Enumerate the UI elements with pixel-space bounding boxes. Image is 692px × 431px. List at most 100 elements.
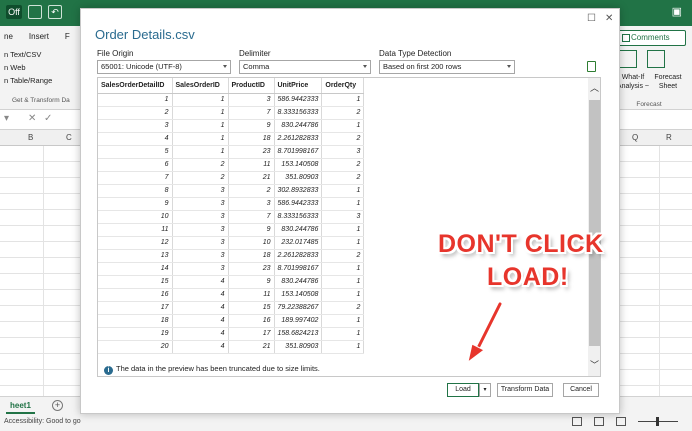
table-cell: 12 bbox=[98, 236, 173, 250]
accessibility-status[interactable]: Accessibility: Good to go bbox=[4, 418, 81, 425]
autosave-toggle[interactable]: Off bbox=[6, 5, 22, 19]
table-cell: 1 bbox=[321, 288, 365, 302]
table-cell: 2 bbox=[98, 106, 173, 120]
annotation-line-1: DON'T CLICK bbox=[438, 230, 604, 258]
table-cell: 17 bbox=[228, 327, 275, 341]
sheet-tab[interactable]: heet1 bbox=[6, 397, 35, 414]
add-sheet-icon[interactable]: + bbox=[52, 400, 63, 411]
file-origin-select[interactable]: 65001: Unicode (UTF-8) bbox=[97, 60, 231, 74]
load-dropdown-button[interactable]: ▾ bbox=[479, 383, 491, 397]
preview-table: SalesOrderDetailID SalesOrderID ProductI… bbox=[98, 78, 365, 354]
table-cell: 7 bbox=[98, 171, 173, 185]
table-cell: 4 bbox=[172, 314, 229, 328]
column-header-q[interactable]: Q bbox=[632, 133, 638, 142]
table-cell: 2.261282833 bbox=[274, 132, 323, 146]
forecast-group: What-If Analysis ~ Forecast Sheet Foreca… bbox=[614, 50, 684, 108]
what-if-icon[interactable] bbox=[619, 50, 637, 68]
table-cell: 17 bbox=[98, 301, 173, 315]
table-cell: 4 bbox=[172, 301, 229, 315]
table-cell: 9 bbox=[228, 223, 275, 237]
table-row: 12 3 10 232.017485 1 bbox=[98, 236, 365, 250]
annotation-arrow-icon bbox=[467, 301, 503, 364]
cancel-formula-icon[interactable]: ✕ bbox=[28, 113, 36, 124]
forecast-sheet-button[interactable]: Forecast Sheet bbox=[652, 73, 684, 91]
table-row: 10 3 7 8.333156333 3 bbox=[98, 210, 365, 224]
zoom-slider[interactable] bbox=[638, 417, 678, 426]
table-row: 4 1 18 2.261282833 2 bbox=[98, 132, 365, 146]
from-table-range-button[interactable]: n Table/Range bbox=[4, 74, 52, 87]
table-row: 2 1 7 8.333156333 2 bbox=[98, 106, 365, 120]
table-cell: 830.244786 bbox=[274, 275, 323, 289]
table-cell: 2 bbox=[228, 184, 275, 198]
table-cell: 830.244786 bbox=[274, 223, 323, 237]
enter-formula-icon[interactable]: ✓ bbox=[44, 113, 52, 124]
column-header: SalesOrderID bbox=[172, 78, 229, 94]
table-cell: 79.22388267 bbox=[274, 301, 323, 315]
column-header-r[interactable]: R bbox=[666, 133, 672, 142]
table-cell: 1 bbox=[172, 119, 229, 133]
chevron-down-icon bbox=[507, 65, 511, 68]
ribbon-display-icon[interactable]: ▣ bbox=[672, 5, 682, 18]
tab-insert[interactable]: Insert bbox=[29, 32, 49, 41]
screen: Off ↶ ▣ ne Insert F n Text/CSV n Web n T… bbox=[0, 0, 692, 431]
delimiter-value: Comma bbox=[243, 62, 270, 71]
table-cell: 9 bbox=[228, 275, 275, 289]
table-cell: 16 bbox=[98, 288, 173, 302]
table-cell: 1 bbox=[321, 119, 365, 133]
table-row: 3 1 9 830.244786 1 bbox=[98, 119, 365, 133]
tab-file-partial[interactable]: F bbox=[65, 32, 70, 41]
truncation-note: i The data in the preview has been trunca… bbox=[104, 364, 320, 375]
table-cell: 1 bbox=[172, 106, 229, 120]
page-layout-icon[interactable] bbox=[594, 417, 604, 426]
forecast-sheet-icon[interactable] bbox=[647, 50, 665, 68]
tab-home[interactable]: ne bbox=[4, 32, 13, 41]
vertical-scrollbar[interactable] bbox=[588, 78, 600, 376]
from-text-csv-button[interactable]: n Text/CSV bbox=[4, 48, 52, 61]
table-cell: 4 bbox=[172, 327, 229, 341]
table-cell: 6 bbox=[98, 158, 173, 172]
table-row: 17 4 15 79.22388267 2 bbox=[98, 301, 365, 315]
comments-button[interactable]: Comments bbox=[618, 30, 686, 46]
table-row: 8 3 2 302.8932833 1 bbox=[98, 184, 365, 198]
table-cell: 3 bbox=[98, 119, 173, 133]
save-icon[interactable] bbox=[28, 5, 42, 19]
maximize-icon[interactable]: ☐ bbox=[587, 13, 596, 24]
namebox-caret-icon[interactable]: ▾ bbox=[4, 113, 9, 124]
chevron-down-icon[interactable]: ﹀ bbox=[588, 358, 600, 372]
table-cell: 18 bbox=[228, 132, 275, 146]
detection-select[interactable]: Based on first 200 rows bbox=[379, 60, 515, 74]
column-header-b[interactable]: B bbox=[28, 133, 33, 142]
table-cell: 586.9442333 bbox=[274, 197, 323, 211]
table-cell: 2 bbox=[321, 158, 365, 172]
table-cell: 18 bbox=[228, 249, 275, 263]
table-cell: 3 bbox=[172, 184, 229, 198]
normal-view-icon[interactable] bbox=[572, 417, 582, 426]
column-header-c[interactable]: C bbox=[66, 133, 72, 142]
table-row: 16 4 11 153.140508 1 bbox=[98, 288, 365, 302]
table-row: 7 2 21 351.80903 2 bbox=[98, 171, 365, 185]
page-break-icon[interactable] bbox=[616, 417, 626, 426]
table-cell: 1 bbox=[172, 132, 229, 146]
delimiter-select[interactable]: Comma bbox=[239, 60, 371, 74]
cancel-button[interactable]: Cancel bbox=[563, 383, 599, 397]
table-cell: 15 bbox=[98, 275, 173, 289]
table-cell: 16 bbox=[228, 314, 275, 328]
refresh-preview-icon[interactable] bbox=[587, 61, 596, 72]
chevron-down-icon bbox=[363, 65, 367, 68]
from-web-button[interactable]: n Web bbox=[4, 61, 52, 74]
delimiter-label: Delimiter bbox=[239, 49, 271, 58]
table-row: 11 3 9 830.244786 1 bbox=[98, 223, 365, 237]
table-cell: 1 bbox=[321, 340, 365, 354]
table-cell: 586.9442333 bbox=[274, 93, 323, 107]
table-cell: 2 bbox=[321, 301, 365, 315]
load-button[interactable]: Load bbox=[447, 383, 479, 397]
table-cell: 9 bbox=[228, 119, 275, 133]
undo-icon[interactable]: ↶ bbox=[48, 5, 62, 19]
table-cell: 2.261282833 bbox=[274, 249, 323, 263]
transform-data-button[interactable]: Transform Data bbox=[497, 383, 553, 397]
chevron-up-icon[interactable]: ︿ bbox=[588, 81, 600, 95]
close-icon[interactable]: ✕ bbox=[605, 13, 613, 24]
scrollbar-thumb[interactable] bbox=[589, 100, 600, 346]
file-origin-label: File Origin bbox=[97, 49, 134, 58]
table-cell: 1 bbox=[321, 236, 365, 250]
